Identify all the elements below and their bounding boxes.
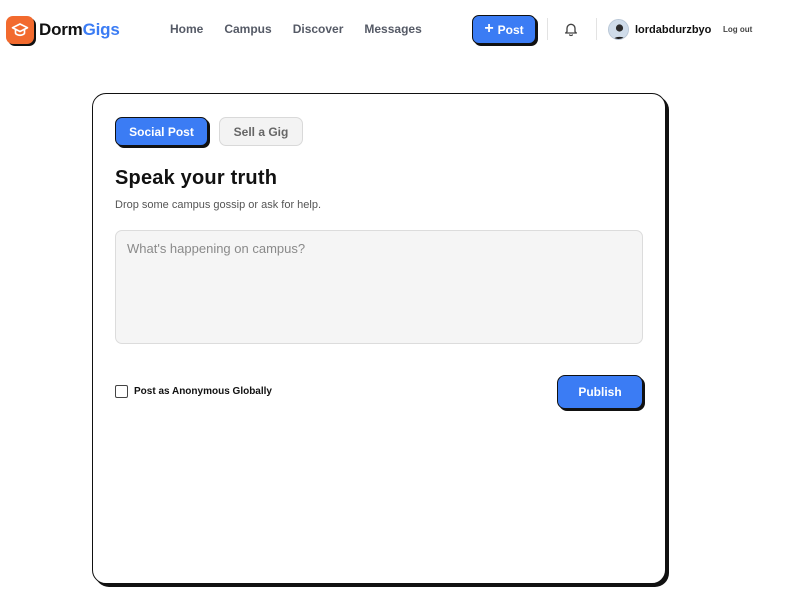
- bell-icon[interactable]: [563, 21, 579, 37]
- page-title: Speak your truth: [115, 167, 278, 189]
- username: lordabdurzbyo: [635, 23, 712, 36]
- new-post-label: Post: [497, 22, 524, 37]
- header-divider: [596, 18, 597, 40]
- anonymous-toggle[interactable]: Post as Anonymous Globally: [115, 385, 272, 398]
- header-divider: [547, 18, 548, 40]
- nav-home[interactable]: Home: [170, 22, 203, 36]
- tab-social-post[interactable]: Social Post: [115, 117, 208, 146]
- publish-button[interactable]: Publish: [557, 375, 643, 409]
- avatar[interactable]: [608, 19, 629, 40]
- create-post-card: Social Post Sell a Gig Speak your truth …: [92, 93, 666, 584]
- user-menu[interactable]: lordabdurzbyo: [608, 19, 711, 40]
- logout-link[interactable]: Log out: [723, 25, 752, 34]
- nav-campus[interactable]: Campus: [224, 22, 271, 36]
- new-post-button[interactable]: + Post: [472, 15, 536, 44]
- anonymous-label: Post as Anonymous Globally: [134, 386, 272, 397]
- main-nav: Home Campus Discover Messages: [170, 22, 422, 36]
- top-header: DormGigs Home Campus Discover Messages +…: [0, 0, 800, 60]
- logo-text-part2: Gigs: [82, 20, 120, 39]
- nav-discover[interactable]: Discover: [293, 22, 344, 36]
- plus-icon: +: [484, 20, 494, 37]
- graduation-cap-icon: [6, 16, 34, 44]
- nav-messages[interactable]: Messages: [364, 22, 421, 36]
- page-subtitle: Drop some campus gossip or ask for help.: [115, 199, 322, 211]
- post-textarea[interactable]: [115, 230, 643, 344]
- logo-text-part1: Dorm: [39, 20, 83, 39]
- anonymous-checkbox[interactable]: [115, 385, 128, 398]
- logo-text: DormGigs: [39, 20, 120, 40]
- tab-sell-a-gig[interactable]: Sell a Gig: [219, 117, 303, 146]
- logo[interactable]: DormGigs: [6, 16, 120, 44]
